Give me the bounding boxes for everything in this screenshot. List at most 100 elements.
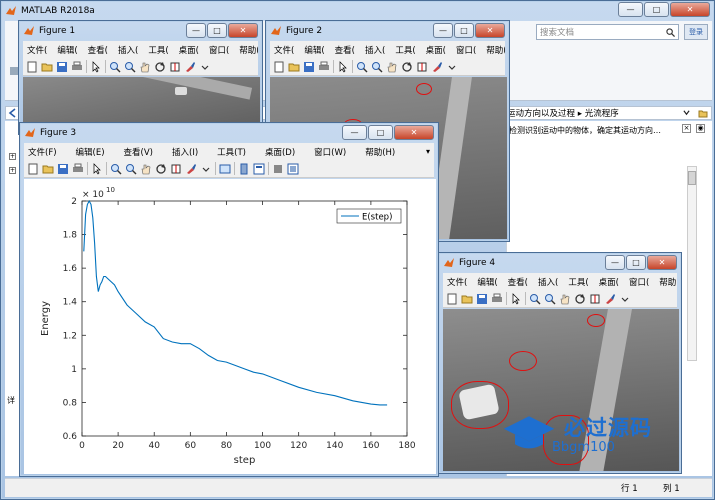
energy-plot[interactable]: 0 20 40 60 80 100 120 140 160 180 0.6 0.8 1 1.2 1.4 1.6…	[24, 179, 436, 474]
close-button[interactable]: ✕	[670, 2, 710, 17]
dropdown-arrow-icon[interactable]	[446, 61, 458, 73]
menu-view[interactable]: 查看(	[508, 276, 528, 288]
new-file-icon[interactable]	[26, 61, 38, 73]
menu-edit[interactable]: 编辑(	[304, 44, 324, 56]
pan-hand-icon[interactable]	[139, 61, 151, 73]
maximize-button[interactable]: □	[626, 255, 646, 270]
search-box[interactable]: 搜索文档	[536, 24, 679, 40]
login-icon[interactable]: 登录	[684, 24, 708, 40]
breadcrumb-current[interactable]: 光流程序	[585, 109, 619, 119]
menu-tools[interactable]: 工具(	[568, 276, 588, 288]
data-cursor-icon[interactable]	[416, 61, 428, 73]
hide-plot-tools-icon[interactable]	[272, 163, 284, 175]
zoom-in-icon[interactable]	[110, 163, 122, 175]
open-folder-icon[interactable]	[42, 163, 54, 175]
menu-window[interactable]: 窗口(W)	[314, 146, 346, 158]
close-button[interactable]: ✕	[475, 23, 505, 38]
print-icon[interactable]	[72, 163, 84, 175]
tree-expander-icon[interactable]: +	[9, 167, 16, 174]
menubar-dock-icon[interactable]: ▾	[426, 147, 430, 156]
brush-icon[interactable]	[604, 293, 616, 305]
data-cursor-icon[interactable]	[170, 163, 182, 175]
chevron-down-icon[interactable]	[683, 109, 690, 116]
scrollbar-thumb[interactable]	[688, 171, 696, 185]
show-plot-tools-icon[interactable]	[287, 163, 299, 175]
pointer-icon[interactable]	[510, 292, 522, 305]
pointer-icon[interactable]	[337, 60, 349, 73]
new-file-icon[interactable]	[27, 163, 39, 175]
dropdown-arrow-icon[interactable]	[619, 293, 631, 305]
print-icon[interactable]	[491, 293, 503, 305]
minimize-button[interactable]: —	[342, 125, 367, 140]
brush-icon[interactable]	[185, 163, 197, 175]
menu-window[interactable]: 窗口(	[456, 44, 476, 56]
open-folder-icon[interactable]	[288, 61, 300, 73]
zoom-out-icon[interactable]	[125, 163, 137, 175]
maximize-button[interactable]: □	[207, 23, 227, 38]
save-icon[interactable]	[476, 293, 488, 305]
menu-edit[interactable]: 编辑(E)	[76, 146, 105, 158]
menu-tools[interactable]: 工具(T)	[217, 146, 246, 158]
menu-view[interactable]: 查看(V)	[124, 146, 153, 158]
link-plot-icon[interactable]	[219, 163, 231, 175]
menu-insert[interactable]: 插入(	[365, 44, 385, 56]
menu-help[interactable]: 帮助(	[659, 276, 677, 288]
close-button[interactable]: ✕	[394, 125, 434, 140]
breadcrumb-item[interactable]: 运动方向以及过程	[507, 109, 575, 119]
print-icon[interactable]	[71, 61, 83, 73]
menu-desktop[interactable]: 桌面(	[426, 44, 446, 56]
rotate-icon[interactable]	[574, 293, 586, 305]
zoom-out-icon[interactable]	[544, 293, 556, 305]
pan-hand-icon[interactable]	[559, 293, 571, 305]
menu-view[interactable]: 查看(	[335, 44, 355, 56]
scrollbar[interactable]	[687, 166, 697, 361]
zoom-in-icon[interactable]	[356, 61, 368, 73]
save-icon[interactable]	[57, 163, 69, 175]
tree-expander-icon[interactable]: +	[9, 153, 16, 160]
open-folder-icon[interactable]	[41, 61, 53, 73]
pointer-icon[interactable]	[91, 162, 103, 175]
menu-window[interactable]: 窗口(	[629, 276, 649, 288]
pan-hand-icon[interactable]	[140, 163, 152, 175]
maximize-button[interactable]: □	[644, 2, 669, 17]
data-cursor-icon[interactable]	[169, 61, 181, 73]
dropdown-arrow-icon[interactable]	[200, 163, 212, 175]
new-file-icon[interactable]	[446, 293, 458, 305]
menu-desktop[interactable]: 桌面(	[599, 276, 619, 288]
zoom-out-icon[interactable]	[371, 61, 383, 73]
minimize-button[interactable]: —	[186, 23, 206, 38]
data-cursor-icon[interactable]	[589, 293, 601, 305]
rotate-icon[interactable]	[154, 61, 166, 73]
menu-insert[interactable]: 插入(	[118, 44, 138, 56]
print-icon[interactable]	[318, 61, 330, 73]
brush-icon[interactable]	[431, 61, 443, 73]
maximize-button[interactable]: □	[454, 23, 474, 38]
close-button[interactable]: ✕	[228, 23, 258, 38]
save-icon[interactable]	[56, 61, 68, 73]
menu-insert[interactable]: 插入(	[538, 276, 558, 288]
menu-window[interactable]: 窗口(	[209, 44, 229, 56]
open-folder-icon[interactable]	[461, 293, 473, 305]
pointer-icon[interactable]	[90, 60, 102, 73]
menu-view[interactable]: 查看(	[88, 44, 108, 56]
menu-desktop[interactable]: 桌面(D)	[265, 146, 295, 158]
zoom-in-icon[interactable]	[529, 293, 541, 305]
panel-menu-icon[interactable]: ◉	[696, 124, 705, 133]
pan-hand-icon[interactable]	[386, 61, 398, 73]
minimize-button[interactable]: —	[618, 2, 643, 17]
menu-help[interactable]: 帮助(	[486, 44, 505, 56]
brush-icon[interactable]	[184, 61, 196, 73]
dropdown-arrow-icon[interactable]	[199, 61, 211, 73]
minimize-button[interactable]: —	[433, 23, 453, 38]
menu-tools[interactable]: 工具(	[395, 44, 415, 56]
insert-colorbar-icon[interactable]	[238, 163, 250, 175]
menu-file[interactable]: 文件(	[274, 44, 294, 56]
menu-edit[interactable]: 编辑(	[57, 44, 77, 56]
figure-1-window[interactable]: Figure 1 — □ ✕ 文件( 编辑( 查看( 插入( 工具( 桌面( 窗…	[18, 20, 263, 135]
browse-folder-icon[interactable]	[698, 108, 708, 118]
menu-desktop[interactable]: 桌面(	[179, 44, 199, 56]
zoom-out-icon[interactable]	[124, 61, 136, 73]
back-arrow-icon[interactable]	[8, 108, 18, 118]
zoom-in-icon[interactable]	[109, 61, 121, 73]
minimize-button[interactable]: —	[605, 255, 625, 270]
